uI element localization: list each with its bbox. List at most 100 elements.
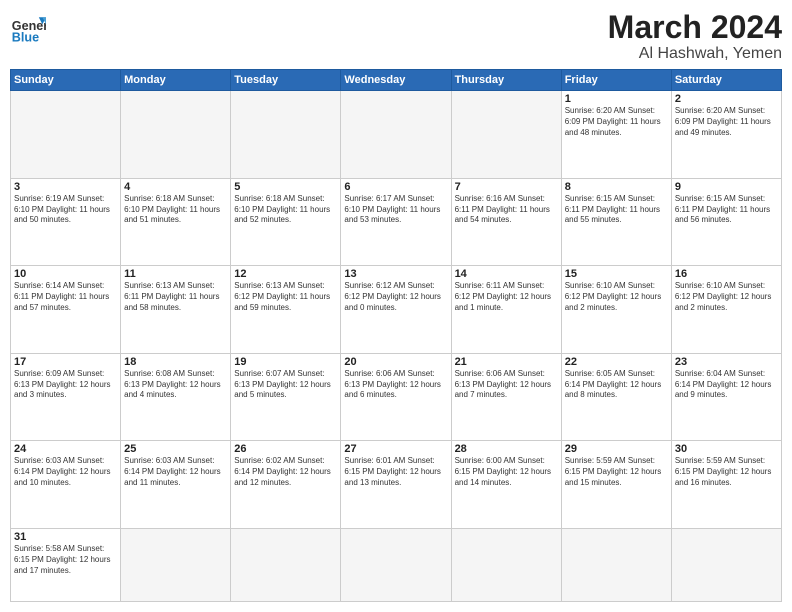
day-info: Sunrise: 6:11 AM Sunset: 6:12 PM Dayligh… [455, 281, 558, 313]
day-number: 22 [565, 356, 668, 368]
svg-text:Blue: Blue [12, 31, 39, 45]
day-number: 3 [14, 181, 117, 193]
day-info: Sunrise: 6:17 AM Sunset: 6:10 PM Dayligh… [344, 194, 447, 226]
table-row: 28Sunrise: 6:00 AM Sunset: 6:15 PM Dayli… [451, 441, 561, 529]
day-number: 23 [675, 356, 778, 368]
day-number: 26 [234, 443, 337, 455]
table-row: 27Sunrise: 6:01 AM Sunset: 6:15 PM Dayli… [341, 441, 451, 529]
day-info: Sunrise: 6:00 AM Sunset: 6:15 PM Dayligh… [455, 456, 558, 488]
header-monday: Monday [121, 70, 231, 91]
day-number: 9 [675, 181, 778, 193]
day-info: Sunrise: 6:18 AM Sunset: 6:10 PM Dayligh… [234, 194, 337, 226]
day-info: Sunrise: 6:15 AM Sunset: 6:11 PM Dayligh… [675, 194, 778, 226]
table-row [451, 529, 561, 602]
day-number: 18 [124, 356, 227, 368]
table-row: 5Sunrise: 6:18 AM Sunset: 6:10 PM Daylig… [231, 178, 341, 266]
day-number: 10 [14, 268, 117, 280]
table-row: 22Sunrise: 6:05 AM Sunset: 6:14 PM Dayli… [561, 353, 671, 441]
table-row: 21Sunrise: 6:06 AM Sunset: 6:13 PM Dayli… [451, 353, 561, 441]
table-row [121, 529, 231, 602]
table-row: 17Sunrise: 6:09 AM Sunset: 6:13 PM Dayli… [11, 353, 121, 441]
day-info: Sunrise: 6:03 AM Sunset: 6:14 PM Dayligh… [124, 456, 227, 488]
day-number: 1 [565, 93, 668, 105]
day-info: Sunrise: 6:09 AM Sunset: 6:13 PM Dayligh… [14, 369, 117, 401]
table-row: 30Sunrise: 5:59 AM Sunset: 6:15 PM Dayli… [671, 441, 781, 529]
table-row: 20Sunrise: 6:06 AM Sunset: 6:13 PM Dayli… [341, 353, 451, 441]
day-number: 11 [124, 268, 227, 280]
day-number: 14 [455, 268, 558, 280]
logo-icon: General Blue [10, 10, 46, 46]
table-row [671, 529, 781, 602]
header-wednesday: Wednesday [341, 70, 451, 91]
table-row: 14Sunrise: 6:11 AM Sunset: 6:12 PM Dayli… [451, 266, 561, 354]
table-row: 26Sunrise: 6:02 AM Sunset: 6:14 PM Dayli… [231, 441, 341, 529]
day-number: 31 [14, 531, 117, 543]
table-row: 29Sunrise: 5:59 AM Sunset: 6:15 PM Dayli… [561, 441, 671, 529]
day-number: 7 [455, 181, 558, 193]
calendar-table: Sunday Monday Tuesday Wednesday Thursday… [10, 69, 782, 602]
day-info: Sunrise: 6:13 AM Sunset: 6:12 PM Dayligh… [234, 281, 337, 313]
day-info: Sunrise: 6:08 AM Sunset: 6:13 PM Dayligh… [124, 369, 227, 401]
table-row [11, 91, 121, 179]
day-number: 19 [234, 356, 337, 368]
day-info: Sunrise: 6:18 AM Sunset: 6:10 PM Dayligh… [124, 194, 227, 226]
table-row: 10Sunrise: 6:14 AM Sunset: 6:11 PM Dayli… [11, 266, 121, 354]
table-row: 12Sunrise: 6:13 AM Sunset: 6:12 PM Dayli… [231, 266, 341, 354]
day-info: Sunrise: 5:58 AM Sunset: 6:15 PM Dayligh… [14, 544, 117, 576]
day-info: Sunrise: 6:19 AM Sunset: 6:10 PM Dayligh… [14, 194, 117, 226]
title-block: March 2024 Al Hashwah, Yemen [608, 10, 782, 63]
table-row: 24Sunrise: 6:03 AM Sunset: 6:14 PM Dayli… [11, 441, 121, 529]
table-row: 19Sunrise: 6:07 AM Sunset: 6:13 PM Dayli… [231, 353, 341, 441]
day-number: 13 [344, 268, 447, 280]
table-row [121, 91, 231, 179]
header-thursday: Thursday [451, 70, 561, 91]
day-number: 4 [124, 181, 227, 193]
table-row: 9Sunrise: 6:15 AM Sunset: 6:11 PM Daylig… [671, 178, 781, 266]
table-row: 25Sunrise: 6:03 AM Sunset: 6:14 PM Dayli… [121, 441, 231, 529]
day-info: Sunrise: 6:07 AM Sunset: 6:13 PM Dayligh… [234, 369, 337, 401]
table-row: 16Sunrise: 6:10 AM Sunset: 6:12 PM Dayli… [671, 266, 781, 354]
table-row: 1Sunrise: 6:20 AM Sunset: 6:09 PM Daylig… [561, 91, 671, 179]
day-number: 17 [14, 356, 117, 368]
day-info: Sunrise: 6:15 AM Sunset: 6:11 PM Dayligh… [565, 194, 668, 226]
day-info: Sunrise: 6:20 AM Sunset: 6:09 PM Dayligh… [675, 106, 778, 138]
table-row: 23Sunrise: 6:04 AM Sunset: 6:14 PM Dayli… [671, 353, 781, 441]
main-title: March 2024 [608, 10, 782, 45]
header-tuesday: Tuesday [231, 70, 341, 91]
page-header: General Blue March 2024 Al Hashwah, Yeme… [10, 10, 782, 63]
table-row [231, 529, 341, 602]
day-info: Sunrise: 5:59 AM Sunset: 6:15 PM Dayligh… [565, 456, 668, 488]
table-row: 4Sunrise: 6:18 AM Sunset: 6:10 PM Daylig… [121, 178, 231, 266]
table-row: 8Sunrise: 6:15 AM Sunset: 6:11 PM Daylig… [561, 178, 671, 266]
day-number: 5 [234, 181, 337, 193]
day-info: Sunrise: 6:02 AM Sunset: 6:14 PM Dayligh… [234, 456, 337, 488]
table-row: 11Sunrise: 6:13 AM Sunset: 6:11 PM Dayli… [121, 266, 231, 354]
table-row: 6Sunrise: 6:17 AM Sunset: 6:10 PM Daylig… [341, 178, 451, 266]
day-info: Sunrise: 5:59 AM Sunset: 6:15 PM Dayligh… [675, 456, 778, 488]
table-row [451, 91, 561, 179]
day-number: 21 [455, 356, 558, 368]
table-row: 15Sunrise: 6:10 AM Sunset: 6:12 PM Dayli… [561, 266, 671, 354]
header-sunday: Sunday [11, 70, 121, 91]
header-saturday: Saturday [671, 70, 781, 91]
day-info: Sunrise: 6:13 AM Sunset: 6:11 PM Dayligh… [124, 281, 227, 313]
day-info: Sunrise: 6:14 AM Sunset: 6:11 PM Dayligh… [14, 281, 117, 313]
day-info: Sunrise: 6:01 AM Sunset: 6:15 PM Dayligh… [344, 456, 447, 488]
table-row: 7Sunrise: 6:16 AM Sunset: 6:11 PM Daylig… [451, 178, 561, 266]
table-row: 2Sunrise: 6:20 AM Sunset: 6:09 PM Daylig… [671, 91, 781, 179]
day-number: 20 [344, 356, 447, 368]
table-row [561, 529, 671, 602]
day-number: 2 [675, 93, 778, 105]
table-row: 18Sunrise: 6:08 AM Sunset: 6:13 PM Dayli… [121, 353, 231, 441]
logo: General Blue [10, 10, 46, 46]
sub-title: Al Hashwah, Yemen [608, 45, 782, 63]
day-number: 15 [565, 268, 668, 280]
table-row: 3Sunrise: 6:19 AM Sunset: 6:10 PM Daylig… [11, 178, 121, 266]
day-number: 27 [344, 443, 447, 455]
day-info: Sunrise: 6:03 AM Sunset: 6:14 PM Dayligh… [14, 456, 117, 488]
day-info: Sunrise: 6:05 AM Sunset: 6:14 PM Dayligh… [565, 369, 668, 401]
day-info: Sunrise: 6:04 AM Sunset: 6:14 PM Dayligh… [675, 369, 778, 401]
calendar-header-row: Sunday Monday Tuesday Wednesday Thursday… [11, 70, 782, 91]
day-info: Sunrise: 6:12 AM Sunset: 6:12 PM Dayligh… [344, 281, 447, 313]
day-info: Sunrise: 6:06 AM Sunset: 6:13 PM Dayligh… [455, 369, 558, 401]
